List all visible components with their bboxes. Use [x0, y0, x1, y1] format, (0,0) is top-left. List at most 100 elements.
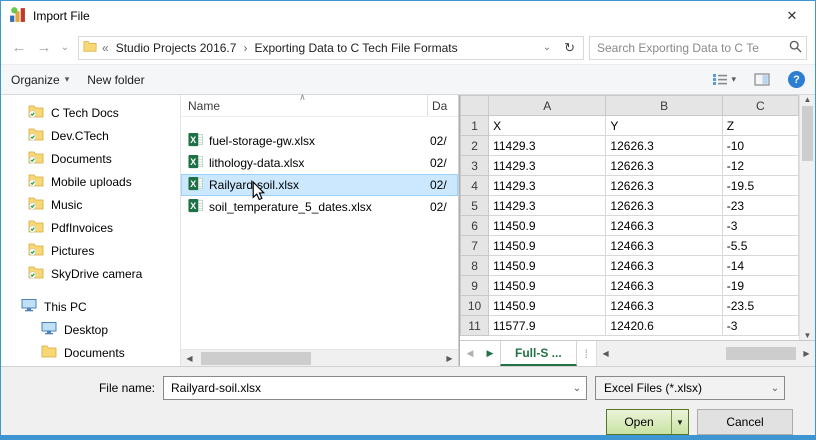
- sidebar-item-documents[interactable]: Documents: [1, 341, 180, 364]
- sheet-corner-cell[interactable]: [461, 96, 489, 116]
- sheet-cell[interactable]: 11577.9: [489, 316, 606, 336]
- address-bar[interactable]: « Studio Projects 2016.7 › Exporting Dat…: [78, 36, 584, 60]
- sheet-cell[interactable]: 12626.3: [606, 156, 722, 176]
- sheet-cell[interactable]: 11450.9: [489, 296, 606, 316]
- file-row-lithology-data-xlsx[interactable]: Xlithology-data.xlsx02/: [181, 152, 458, 174]
- file-type-select[interactable]: Excel Files (*.xlsx) ⌄: [595, 376, 785, 400]
- cancel-button[interactable]: Cancel: [697, 409, 793, 435]
- sidebar-item-desktop[interactable]: Desktop: [1, 318, 180, 341]
- sheet-cell[interactable]: 11429.3: [489, 136, 606, 156]
- breadcrumb-overflow-button[interactable]: «: [102, 41, 109, 55]
- tab-splitter-handle[interactable]: ⁞: [577, 341, 596, 366]
- sidebar-item-music[interactable]: Music: [1, 193, 180, 216]
- sheet-cell[interactable]: 12626.3: [606, 196, 722, 216]
- sheet-cell[interactable]: -23.5: [722, 296, 798, 316]
- scrollbar-thumb[interactable]: [201, 352, 311, 365]
- sheet-row-number[interactable]: 3: [461, 156, 489, 176]
- sheet-row-number[interactable]: 8: [461, 256, 489, 276]
- sheet-row-number[interactable]: 6: [461, 216, 489, 236]
- open-button[interactable]: Open: [607, 410, 671, 434]
- sheet-cell[interactable]: -5.5: [722, 236, 798, 256]
- sheet-cell[interactable]: -3: [722, 316, 798, 336]
- sheet-cell[interactable]: Y: [606, 116, 722, 136]
- search-input[interactable]: [597, 41, 789, 55]
- column-header-name[interactable]: Name ∧: [181, 95, 428, 116]
- close-button[interactable]: ✕: [769, 1, 815, 31]
- sheet-cell[interactable]: 11450.9: [489, 276, 606, 296]
- title-bar[interactable]: Import File ✕: [1, 1, 815, 31]
- sheet-cell[interactable]: 11450.9: [489, 216, 606, 236]
- scroll-down-icon[interactable]: ▼: [800, 331, 815, 340]
- organize-button[interactable]: Organize ▾: [11, 73, 69, 87]
- sheet-row-number[interactable]: 9: [461, 276, 489, 296]
- sheet-cell[interactable]: 12466.3: [606, 236, 722, 256]
- sheet-cell[interactable]: -3: [722, 216, 798, 236]
- forward-button[interactable]: →: [34, 39, 54, 56]
- open-dropdown-button[interactable]: ▼: [671, 410, 688, 434]
- new-folder-button[interactable]: New folder: [87, 73, 144, 87]
- sheet-horizontal-scrollbar[interactable]: ◀ ▶: [596, 341, 815, 366]
- sheet-row-number[interactable]: 10: [461, 296, 489, 316]
- view-options-button[interactable]: ▾: [712, 73, 736, 86]
- previous-sheet-button[interactable]: ◀: [460, 341, 480, 366]
- sidebar-item-pdfinvoices[interactable]: PdfInvoices: [1, 216, 180, 239]
- sheet-cell[interactable]: -10: [722, 136, 798, 156]
- file-row-fuel-storage-gw-xlsx[interactable]: Xfuel-storage-gw.xlsx02/: [181, 130, 458, 152]
- search-box[interactable]: [589, 36, 807, 60]
- scroll-left-icon[interactable]: ◀: [181, 354, 198, 363]
- sheet-cell[interactable]: -12: [722, 156, 798, 176]
- sheet-cell[interactable]: 12466.3: [606, 256, 722, 276]
- refresh-icon[interactable]: ↻: [560, 40, 579, 56]
- breadcrumb-item-parent[interactable]: Studio Projects 2016.7: [114, 41, 239, 55]
- file-name-input[interactable]: [164, 381, 568, 395]
- column-header-date[interactable]: Da: [428, 95, 458, 116]
- sheet-cell[interactable]: -19.5: [722, 176, 798, 196]
- sheet-cell[interactable]: -14: [722, 256, 798, 276]
- scroll-right-icon[interactable]: ▶: [441, 354, 458, 363]
- sheet-cell[interactable]: 12420.6: [606, 316, 722, 336]
- sidebar-item-skydrive-camera[interactable]: SkyDrive camera: [1, 262, 180, 285]
- back-button[interactable]: ←: [9, 39, 29, 56]
- help-button[interactable]: ?: [788, 71, 805, 88]
- sidebar-item-mobile-uploads[interactable]: Mobile uploads: [1, 170, 180, 193]
- file-name-combobox[interactable]: ⌄: [163, 376, 587, 400]
- sheet-cell[interactable]: 11450.9: [489, 236, 606, 256]
- sheet-cell[interactable]: 11429.3: [489, 176, 606, 196]
- sidebar-item-c-tech-docs[interactable]: C Tech Docs: [1, 101, 180, 124]
- recent-locations-button[interactable]: ⌄: [59, 42, 71, 53]
- sheet-row-number[interactable]: 11: [461, 316, 489, 336]
- preview-pane-button[interactable]: [754, 73, 770, 86]
- sheet-row-number[interactable]: 1: [461, 116, 489, 136]
- scroll-left-icon[interactable]: ◀: [597, 349, 614, 358]
- scroll-right-icon[interactable]: ▶: [798, 349, 815, 358]
- sidebar-item-this-pc[interactable]: This PC: [1, 295, 180, 318]
- sheet-col-header[interactable]: A: [489, 96, 606, 116]
- sheet-row-number[interactable]: 7: [461, 236, 489, 256]
- sheet-row-number[interactable]: 4: [461, 176, 489, 196]
- sheet-cell[interactable]: Z: [722, 116, 798, 136]
- scroll-up-icon[interactable]: ▲: [800, 95, 815, 104]
- breadcrumb-item-current[interactable]: Exporting Data to C Tech File Formats: [252, 41, 459, 55]
- sheet-tab[interactable]: Full-S ...: [500, 341, 577, 366]
- sheet-cell[interactable]: -19: [722, 276, 798, 296]
- sidebar-item-pictures[interactable]: Pictures: [1, 239, 180, 262]
- sheet-cell[interactable]: 12626.3: [606, 176, 722, 196]
- scrollbar-thumb[interactable]: [802, 106, 813, 161]
- vertical-scrollbar[interactable]: ▲ ▼: [799, 95, 815, 340]
- sidebar-item-documents[interactable]: Documents: [1, 147, 180, 170]
- sheet-col-header[interactable]: C: [722, 96, 798, 116]
- sheet-cell[interactable]: 12466.3: [606, 296, 722, 316]
- sheet-cell[interactable]: 12466.3: [606, 216, 722, 236]
- sheet-cell[interactable]: -23: [722, 196, 798, 216]
- sheet-cell[interactable]: 11429.3: [489, 156, 606, 176]
- sheet-col-header[interactable]: B: [606, 96, 722, 116]
- horizontal-scrollbar[interactable]: ◀ ▶: [181, 349, 458, 366]
- chevron-down-icon[interactable]: ⌄: [568, 383, 586, 394]
- sheet-row-number[interactable]: 2: [461, 136, 489, 156]
- sheet-cell[interactable]: X: [489, 116, 606, 136]
- sheet-cell[interactable]: 11450.9: [489, 256, 606, 276]
- sheet-cell[interactable]: 11429.3: [489, 196, 606, 216]
- sidebar-item-dev-ctech[interactable]: Dev.CTech: [1, 124, 180, 147]
- sheet-cell[interactable]: 12466.3: [606, 276, 722, 296]
- sheet-row-number[interactable]: 5: [461, 196, 489, 216]
